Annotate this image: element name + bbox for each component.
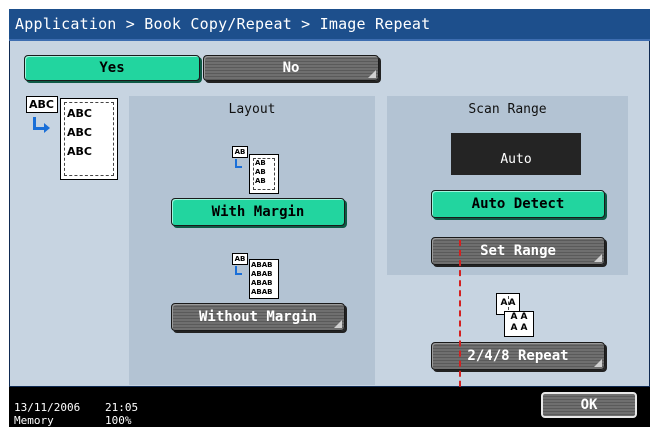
preview-source-label: ABC [29,98,54,111]
no-button[interactable]: No [203,55,379,81]
layout-section: Layout [129,96,375,385]
breadcrumb: Application > Book Copy/Repeat > Image R… [9,9,650,41]
memory-value: 100% [105,414,132,427]
layout-title: Layout [228,102,276,117]
ok-button[interactable]: OK [541,392,637,418]
status-date: 13/11/2006 [14,401,81,414]
memory-label: Memory [14,414,54,427]
status-time: 21:05 [105,401,139,414]
auto-detect-button[interactable]: Auto Detect [431,190,605,218]
preview-row: ABC [67,107,92,120]
scan-range-display: Auto [451,133,581,175]
repeat-2-4-8-button[interactable]: 2/4/8 Repeat [431,342,605,370]
preview-row: ABC [67,145,92,158]
preview-row: ABC [67,126,92,139]
without-margin-button[interactable]: Without Margin [171,303,345,331]
set-range-button[interactable]: Set Range [431,237,605,265]
image-repeat-preview-icon: ABC ABC ABC ABC [24,96,120,182]
with-margin-button[interactable]: With Margin [171,198,345,226]
with-margin-icon: AB AB AB AB [232,146,282,194]
without-margin-icon: AB ABAB ABAB ABAB ABAB [232,253,282,301]
scan-range-title: Scan Range [468,102,547,117]
yes-button[interactable]: Yes [24,55,200,81]
repeat-icon: AA A AA A [496,293,540,339]
